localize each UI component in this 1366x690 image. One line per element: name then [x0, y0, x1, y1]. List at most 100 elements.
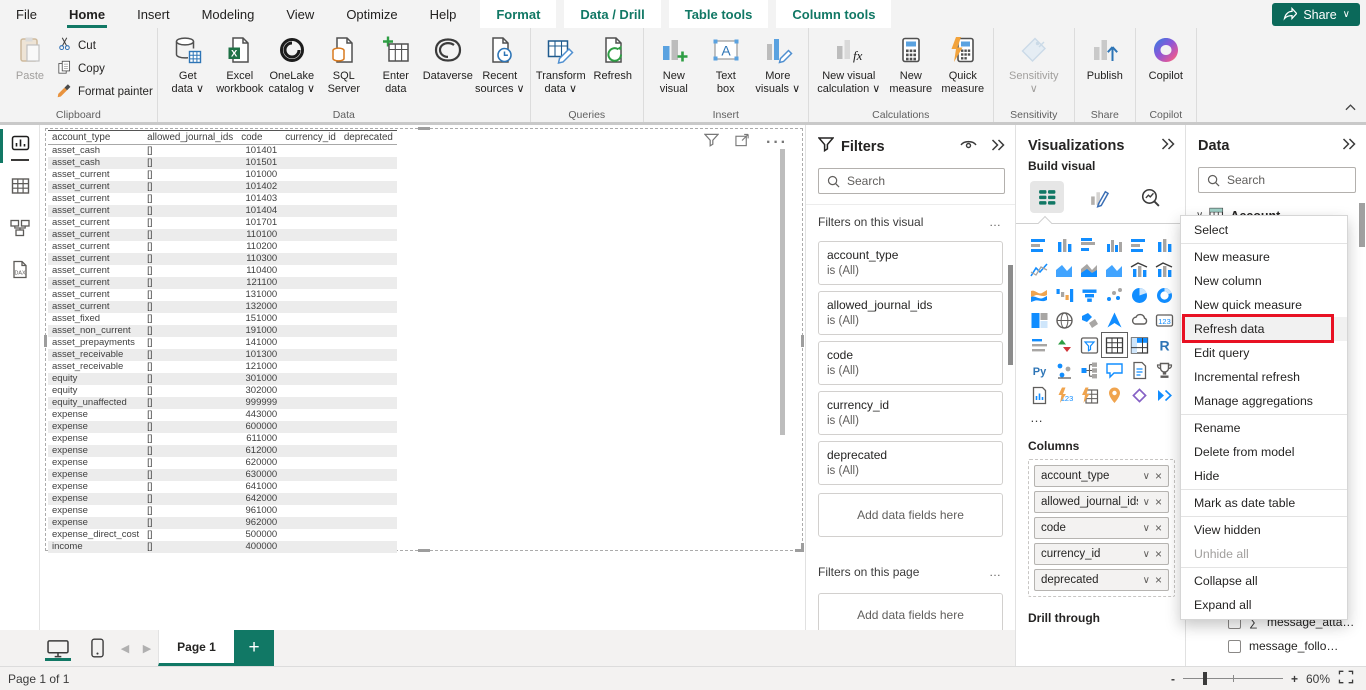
report-visual-icon[interactable] — [1028, 384, 1051, 406]
table-row[interactable]: asset_current[]101404 — [48, 205, 397, 217]
more-visuals-button[interactable]: Morevisuals ∨ — [752, 30, 804, 96]
ribbon-tab-insert[interactable]: Insert — [121, 0, 186, 28]
refresh-button[interactable]: Refresh — [587, 30, 639, 83]
menu-item-collapse-all[interactable]: Collapse all — [1181, 569, 1347, 593]
visual-scrollbar[interactable] — [780, 149, 785, 435]
publish-button[interactable]: Publish — [1079, 30, 1131, 83]
sidebar-table-view[interactable] — [0, 167, 40, 209]
table-row[interactable]: expense[]630000 — [48, 469, 397, 481]
menu-item-new-quick-measure[interactable]: New quick measure — [1181, 293, 1347, 317]
multi-row-card-icon[interactable] — [1028, 334, 1051, 356]
resize-handle-corner2[interactable] — [801, 543, 804, 552]
table-row[interactable]: expense[]642000 — [48, 493, 397, 505]
table-row[interactable]: asset_receivable[]121000 — [48, 361, 397, 373]
100-stacked-area-chart-icon[interactable] — [1103, 259, 1126, 281]
power-apps-icon[interactable] — [1128, 384, 1151, 406]
filter-card-code[interactable]: codeis (All) — [818, 341, 1003, 385]
ribbon-tab-column-tools[interactable]: Column tools — [776, 0, 891, 28]
pie-chart-icon[interactable] — [1128, 284, 1151, 306]
table-row[interactable]: asset_fixed[]151000 — [48, 313, 397, 325]
metrics-icon[interactable] — [1153, 359, 1176, 381]
100-stacked-column-chart-icon[interactable] — [1153, 234, 1176, 256]
chip-caret-icon[interactable]: ∨ — [1143, 523, 1150, 534]
menu-item-manage-aggregations[interactable]: Manage aggregations — [1181, 389, 1347, 413]
field-chip-currency_id[interactable]: currency_id∨× — [1034, 543, 1169, 565]
copy-button[interactable]: Copy — [56, 59, 153, 79]
filter-card-account_type[interactable]: account_typeis (All) — [818, 241, 1003, 285]
columns-field-well[interactable]: account_type∨×allowed_journal_ids∨×code∨… — [1028, 459, 1175, 597]
power-automate-icon[interactable] — [1153, 384, 1176, 406]
next-page-icon[interactable]: ▶ — [136, 630, 158, 666]
collapse-visualizations-icon[interactable] — [1161, 137, 1175, 155]
ribbon-tab-file[interactable]: File — [0, 0, 53, 28]
column-header-account_type[interactable]: account_type — [48, 131, 143, 145]
new-visual-button[interactable]: Newvisual — [648, 30, 700, 96]
line-chart-icon[interactable] — [1028, 259, 1051, 281]
100-stacked-bar-chart-icon[interactable] — [1128, 234, 1151, 256]
text-box-button[interactable]: ATextbox — [700, 30, 752, 96]
chip-caret-icon[interactable]: ∨ — [1143, 575, 1150, 586]
resize-handle-right[interactable] — [801, 335, 804, 347]
ribbon-tab-home[interactable]: Home — [53, 0, 121, 28]
desktop-view-icon[interactable] — [36, 630, 80, 666]
table-icon[interactable] — [1103, 334, 1126, 356]
focus-mode-icon[interactable] — [735, 133, 750, 152]
slicer-icon[interactable] — [1078, 334, 1101, 356]
qa-icon[interactable] — [1103, 359, 1126, 381]
paginated-report-icon[interactable]: 123 — [1053, 384, 1076, 406]
funnel-chart-icon[interactable] — [1078, 284, 1101, 306]
zoom-in-button[interactable]: + — [1291, 672, 1298, 686]
table-row[interactable]: equity[]302000 — [48, 385, 397, 397]
decomposition-tree-icon[interactable] — [1078, 359, 1101, 381]
gallery-more-icon[interactable]: … — [1016, 406, 1185, 425]
collapse-data-icon[interactable] — [1342, 137, 1356, 155]
field-chip-deprecated[interactable]: deprecated∨× — [1034, 569, 1169, 591]
chip-caret-icon[interactable]: ∨ — [1143, 549, 1150, 560]
collapse-filters-icon[interactable] — [991, 138, 1005, 156]
ribbon-tab-optimize[interactable]: Optimize — [330, 0, 413, 28]
arcgis-map-icon[interactable] — [1103, 384, 1126, 406]
chip-caret-icon[interactable]: ∨ — [1143, 497, 1150, 508]
collapse-ribbon-icon[interactable] — [1345, 98, 1356, 116]
menu-item-expand-all[interactable]: Expand all — [1181, 593, 1347, 617]
table-row[interactable]: asset_current[]101402 — [48, 181, 397, 193]
table-row[interactable]: expense[]443000 — [48, 409, 397, 421]
menu-item-hide[interactable]: Hide — [1181, 464, 1347, 488]
table-row[interactable]: income[]400000 — [48, 541, 397, 553]
fit-to-page-icon[interactable] — [1338, 670, 1354, 687]
table-row[interactable]: expense[]600000 — [48, 421, 397, 433]
stacked-column-chart-icon[interactable] — [1053, 234, 1076, 256]
table-row[interactable]: asset_current[]132000 — [48, 301, 397, 313]
table-row[interactable]: asset_current[]110200 — [48, 241, 397, 253]
table-row[interactable]: equity[]301000 — [48, 373, 397, 385]
chip-remove-icon[interactable]: × — [1155, 573, 1162, 587]
field-chip-code[interactable]: code∨× — [1034, 517, 1169, 539]
column-header-code[interactable]: code — [237, 131, 281, 145]
page-tab-1[interactable]: Page 1 — [158, 630, 234, 666]
field-item-2[interactable]: message_follo… — [1228, 639, 1338, 653]
sidebar-report-view[interactable] — [0, 125, 40, 167]
table-row[interactable]: asset_current[]131000 — [48, 289, 397, 301]
filter-card-deprecated[interactable]: deprecatedis (All) — [818, 441, 1003, 485]
filters-search-input[interactable]: Search — [818, 168, 1005, 194]
zoom-slider[interactable] — [1183, 678, 1283, 679]
donut-chart-icon[interactable] — [1153, 284, 1176, 306]
menu-item-incremental-refresh[interactable]: Incremental refresh — [1181, 365, 1347, 389]
waterfall-chart-icon[interactable] — [1053, 284, 1076, 306]
python-icon[interactable]: Py — [1028, 359, 1051, 381]
field-chip-account_type[interactable]: account_type∨× — [1034, 465, 1169, 487]
resize-handle-left[interactable] — [44, 335, 47, 347]
menu-item-select[interactable]: Select — [1181, 218, 1347, 242]
shape-map-icon[interactable] — [1128, 309, 1151, 331]
visual-filter-icon[interactable] — [704, 133, 719, 152]
azure-map-icon[interactable] — [1103, 309, 1126, 331]
transform-button[interactable]: Transformdata ∨ — [535, 30, 587, 96]
treemap-icon[interactable] — [1028, 309, 1051, 331]
filter-card-allowed_journal_ids[interactable]: allowed_journal_idsis (All) — [818, 291, 1003, 335]
sql-button[interactable]: SQLServer — [318, 30, 370, 96]
table-row[interactable]: asset_current[]110300 — [48, 253, 397, 265]
add-data-fields-visual[interactable]: Add data fields here — [818, 493, 1003, 537]
zoom-slider-thumb[interactable] — [1203, 672, 1207, 685]
filters-page-more-icon[interactable]: … — [989, 565, 1003, 579]
enter-data-button[interactable]: Enterdata — [370, 30, 422, 96]
